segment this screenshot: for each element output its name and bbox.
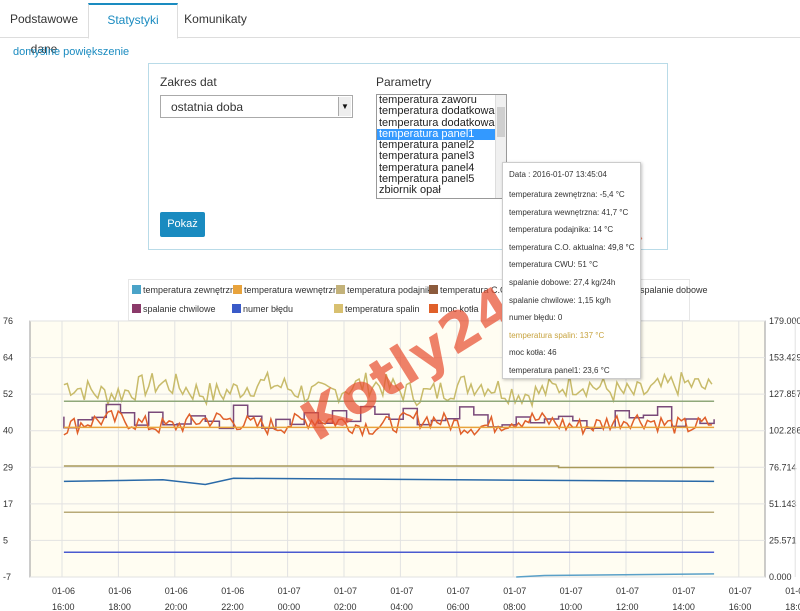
x-tick-date: 01-07 [785, 586, 800, 596]
tooltip-line: temperatura wewnętrzna: 41,7 °C [509, 207, 629, 217]
show-button[interactable]: Pokaż [160, 212, 205, 237]
tab-bar: Podstawowe dane Statystyki Komunikaty [0, 0, 800, 56]
x-tick-time: 20:00 [165, 602, 188, 611]
date-range-label: Zakres dat [160, 75, 217, 89]
y-left-tick-label: 40 [3, 426, 13, 436]
y-right-tick-label: 25.571 [769, 535, 797, 545]
tooltip-line: temperatura podajnika: 14 °C [509, 225, 614, 235]
tooltip-line: numer błędu: 0 [509, 313, 563, 323]
x-tick-time: 12:00 [616, 602, 639, 611]
params-listbox[interactable]: temperatura zaworu temperatura dodatkowa1… [376, 94, 507, 199]
legend-label: spalanie dobowe [640, 285, 708, 295]
y-right-tick-label: 0.000 [769, 572, 792, 582]
tab-messages[interactable]: Komunikaty [178, 4, 253, 36]
x-tick-date: 01-07 [503, 586, 526, 596]
legend-item[interactable]: temperatura wewnętrzna [233, 284, 343, 296]
chevron-down-icon[interactable]: ▼ [338, 97, 351, 116]
x-tick-time: 10:00 [560, 602, 583, 611]
legend-swatch [132, 285, 141, 294]
tooltip-line: spalanie chwilowe: 1,15 kg/h [509, 295, 611, 305]
params-option[interactable]: zbiornik opał [377, 185, 506, 196]
x-tick-time: 22:00 [221, 602, 244, 611]
legend-item[interactable]: temperatura podajnika [336, 284, 437, 296]
x-tick-time: 02:00 [334, 602, 357, 611]
tooltip-line: temperatura C.O. aktualna: 49,8 °C [509, 242, 635, 252]
default-zoom-link[interactable]: domyślne powiększenie [13, 46, 129, 58]
x-tick-date: 01-06 [221, 586, 244, 596]
y-left-tick-label: 5 [3, 535, 8, 545]
x-tick-time: 16:00 [729, 602, 752, 611]
y-left-tick-label: 29 [3, 462, 13, 472]
y-left-tick-label: 64 [3, 353, 13, 363]
x-tick-time: 04:00 [390, 602, 413, 611]
chart-tooltip: Data : 2016-01-07 13:45:04 temperatura z… [502, 162, 641, 379]
y-right-tick-label: 76.714 [769, 462, 797, 472]
scrollbar-thumb[interactable] [497, 107, 505, 137]
x-tick-time: 18:00 [108, 602, 131, 611]
params-option[interactable]: temperatura dodatkowa1 [377, 106, 506, 117]
tooltip-line: spalanie dobowe: 27,4 kg/24h [509, 278, 616, 287]
tooltip-line: temperatura CWU: 51 °C [509, 260, 599, 270]
tooltip-date: Data : 2016-01-07 13:45:04 [509, 170, 607, 179]
y-left-tick-label: -7 [3, 572, 11, 582]
tab-statistics[interactable]: Statystyki [88, 3, 178, 39]
date-range-value: ostatnia doba [171, 100, 244, 114]
legend-swatch [233, 285, 242, 294]
y-left-tick-label: 17 [3, 499, 13, 509]
y-left-tick-label: 76 [3, 316, 13, 326]
x-tick-date: 01-07 [334, 586, 357, 596]
y-left-tick-label: 52 [3, 389, 13, 399]
tab-basic-data[interactable]: Podstawowe dane [0, 4, 88, 56]
tooltip-line: temperatura zewnętrzna: -5,4 °C [509, 190, 625, 199]
x-tick-date: 01-07 [390, 586, 413, 596]
legend-item[interactable]: temperatura zewnętrzna [132, 284, 240, 296]
x-tick-date: 01-07 [560, 586, 583, 596]
params-label: Parametry [376, 75, 432, 89]
x-tick-date: 01-07 [616, 586, 639, 596]
date-range-select[interactable]: ostatnia doba ▼ [160, 95, 353, 118]
x-tick-date: 01-07 [672, 586, 695, 596]
legend-label: temperatura zewnętrzna [143, 285, 241, 295]
x-tick-time: 16:00 [52, 602, 75, 611]
legend-label: temperatura wewnętrzna [244, 285, 344, 295]
x-tick-date: 01-07 [447, 586, 470, 596]
x-tick-time: 14:00 [672, 602, 695, 611]
x-tick-date: 01-06 [165, 586, 188, 596]
x-tick-date: 01-06 [52, 586, 75, 596]
x-tick-date: 01-07 [278, 586, 301, 596]
x-tick-time: 18:00 [785, 602, 800, 611]
legend-swatch [336, 285, 345, 294]
legend-label: temperatura podajnika [347, 285, 437, 295]
x-tick-time: 08:00 [503, 602, 526, 611]
y-right-tick-label: 51.143 [769, 499, 797, 509]
x-tick-time: 00:00 [278, 602, 301, 611]
tooltip-line: temperatura spalin: 137 °C [509, 330, 605, 340]
x-tick-date: 01-07 [729, 586, 752, 596]
tooltip-line: moc kotła: 46 [509, 348, 557, 358]
legend-swatch [429, 285, 438, 294]
tooltip-line: temperatura panel1: 23,6 °C [509, 366, 610, 375]
x-tick-time: 06:00 [447, 602, 470, 611]
x-tick-date: 01-06 [108, 586, 131, 596]
